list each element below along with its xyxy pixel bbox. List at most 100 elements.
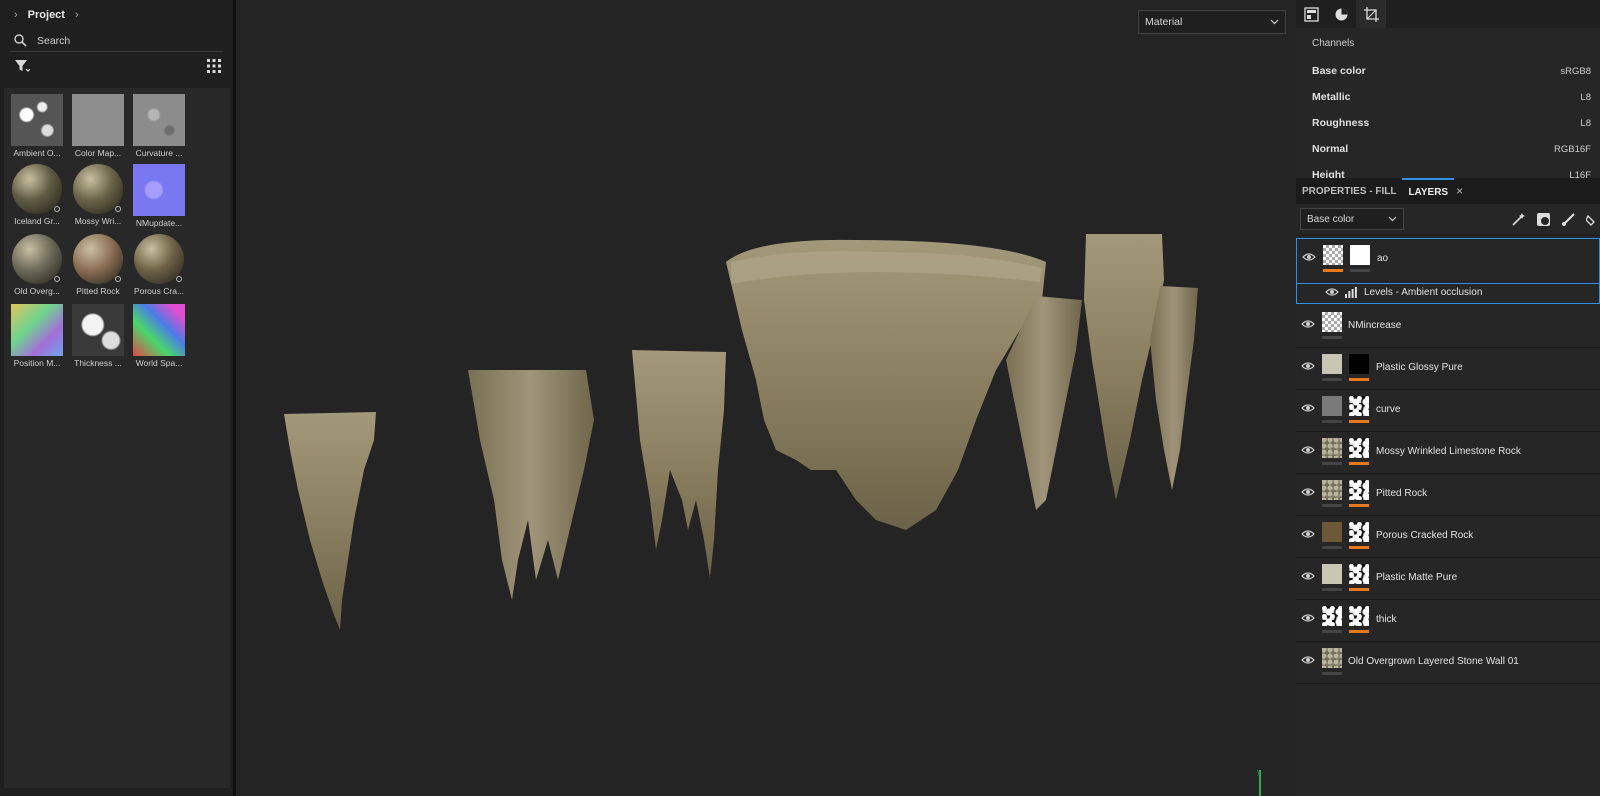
asset-thumbnail[interactable]: Ambient O... [6, 94, 68, 158]
rock-spike-7[interactable] [1150, 286, 1198, 490]
visibility-eye-icon[interactable] [1301, 403, 1317, 415]
display-settings-tab[interactable] [1326, 0, 1356, 28]
asset-thumbnail[interactable]: Pitted Rock [67, 234, 129, 296]
visibility-eye-icon[interactable] [1301, 571, 1317, 583]
add-mask-icon[interactable] [1536, 212, 1551, 227]
channel-format[interactable]: sRGB8 [1560, 66, 1591, 77]
layer-mask-thumbnail[interactable] [1349, 438, 1369, 458]
tab-layers[interactable]: LAYERS [1402, 178, 1455, 204]
channel-row[interactable]: Height L16F [1296, 162, 1600, 178]
visibility-eye-icon[interactable] [1301, 361, 1317, 373]
layer-mask-thumbnail[interactable] [1349, 354, 1369, 374]
3d-viewport[interactable]: y Material [236, 0, 1296, 796]
layer-mask-thumbnail[interactable] [1350, 245, 1370, 265]
layer-row[interactable]: NMincrease [1296, 306, 1600, 348]
search-input[interactable]: Search [37, 35, 70, 47]
layer-name[interactable]: Plastic Glossy Pure [1376, 362, 1463, 373]
asset-thumbnail[interactable]: World Spa... [128, 304, 190, 368]
layer-thumbnail[interactable] [1322, 522, 1342, 542]
layer-thumbnail[interactable] [1323, 245, 1343, 265]
layer-name[interactable]: NMincrease [1348, 320, 1401, 331]
search-bar[interactable]: Search [10, 30, 223, 52]
grid-view-icon[interactable] [207, 59, 221, 73]
layer-name[interactable]: Old Overgrown Layered Stone Wall 01 [1348, 656, 1519, 667]
rock-spike-1[interactable] [284, 412, 376, 630]
asset-thumbnail[interactable]: Position M... [6, 304, 68, 368]
chevron-right-icon[interactable]: › [14, 9, 18, 21]
rock-spike-6[interactable] [1084, 234, 1164, 500]
mask-indicator [1349, 588, 1369, 591]
rock-spike-2[interactable] [468, 370, 594, 600]
layer-name[interactable]: curve [1376, 404, 1400, 415]
visibility-eye-icon[interactable] [1301, 655, 1317, 667]
rock-main[interactable] [726, 239, 1046, 530]
paint-brush-icon[interactable] [1561, 212, 1576, 227]
layer-row[interactable]: Porous Cracked Rock [1296, 516, 1600, 558]
layer-thumbnail[interactable] [1322, 648, 1342, 668]
visibility-eye-icon[interactable] [1301, 487, 1317, 499]
close-icon[interactable]: × [1456, 184, 1463, 198]
layer-mask-thumbnail[interactable] [1349, 480, 1369, 500]
viewport-mode-dropdown[interactable]: Material [1138, 10, 1286, 34]
channel-format[interactable]: L8 [1580, 92, 1591, 103]
asset-thumbnail[interactable]: Thickness ... [67, 304, 129, 368]
layer-row[interactable]: Old Overgrown Layered Stone Wall 01 [1296, 642, 1600, 684]
layer-row[interactable]: Plastic Matte Pure [1296, 558, 1600, 600]
fill-bucket-icon[interactable] [1586, 212, 1596, 227]
layer-thumbnail[interactable] [1322, 606, 1342, 626]
channel-format[interactable]: L16F [1569, 170, 1591, 179]
layer-thumbnail[interactable] [1322, 354, 1342, 374]
layer-name[interactable]: Pitted Rock [1376, 488, 1427, 499]
layer-mask-thumbnail[interactable] [1349, 396, 1369, 416]
asset-thumbnail[interactable]: Curvature ... [128, 94, 190, 158]
asset-thumbnail[interactable]: Color Map... [67, 94, 129, 158]
layer-name[interactable]: thick [1376, 614, 1397, 625]
visibility-eye-icon[interactable] [1301, 445, 1317, 457]
channel-row[interactable]: Base color sRGB8 [1296, 58, 1600, 84]
layer-thumbnail[interactable] [1322, 438, 1342, 458]
layer-channel-dropdown[interactable]: Base color [1300, 208, 1404, 230]
layer-thumbnail[interactable] [1322, 480, 1342, 500]
channel-format[interactable]: RGB16F [1554, 144, 1591, 155]
layer-mask-thumbnail[interactable] [1349, 522, 1369, 542]
asset-thumbnail[interactable]: Old Overg... [6, 234, 68, 296]
uv-settings-tab[interactable] [1356, 0, 1386, 28]
visibility-eye-icon[interactable] [1325, 287, 1341, 299]
layer-mask-thumbnail[interactable] [1349, 606, 1369, 626]
asset-thumbnail[interactable]: Porous Cra... [128, 234, 190, 296]
layer-mask-thumbnail[interactable] [1349, 564, 1369, 584]
asset-thumbnail[interactable]: Mossy Wri... [67, 164, 129, 226]
channel-row[interactable]: Normal RGB16F [1296, 136, 1600, 162]
layer-row[interactable]: curve [1296, 390, 1600, 432]
visibility-eye-icon[interactable] [1301, 529, 1317, 541]
visibility-eye-icon[interactable] [1301, 613, 1317, 625]
rock-spike-3[interactable] [632, 350, 726, 578]
visibility-eye-icon[interactable] [1302, 252, 1318, 264]
chevron-right-icon[interactable]: › [75, 9, 79, 21]
layer-name[interactable]: Porous Cracked Rock [1376, 530, 1473, 541]
layer-name[interactable]: ao [1377, 253, 1388, 264]
asset-thumbnail[interactable]: NMupdate... [128, 164, 190, 228]
layer-stack: ao Levels - Ambient occlusion NMincrease Pl… [1296, 236, 1600, 796]
layer-row[interactable]: ao [1296, 238, 1600, 284]
layer-thumbnail[interactable] [1322, 396, 1342, 416]
add-effect-icon[interactable] [1511, 212, 1526, 227]
layer-row[interactable]: Pitted Rock [1296, 474, 1600, 516]
layer-thumbnail[interactable] [1322, 564, 1342, 584]
layer-row[interactable]: Mossy Wrinkled Limestone Rock [1296, 432, 1600, 474]
visibility-eye-icon[interactable] [1301, 319, 1317, 331]
layer-name[interactable]: Mossy Wrinkled Limestone Rock [1376, 446, 1521, 457]
rock-mesh-scene[interactable]: y [236, 0, 1296, 796]
filter-icon[interactable] [14, 59, 30, 73]
layer-row[interactable]: thick [1296, 600, 1600, 642]
tab-properties-fill[interactable]: PROPERTIES - FILL [1296, 178, 1402, 204]
channel-row[interactable]: Roughness L8 [1296, 110, 1600, 136]
layer-row[interactable]: Plastic Glossy Pure [1296, 348, 1600, 390]
layer-name[interactable]: Plastic Matte Pure [1376, 572, 1457, 583]
texture-set-settings-tab[interactable] [1296, 0, 1326, 28]
channel-row[interactable]: Metallic L8 [1296, 84, 1600, 110]
layer-thumbnail[interactable] [1322, 312, 1342, 332]
channel-format[interactable]: L8 [1580, 118, 1591, 129]
asset-thumbnail[interactable]: Iceland Gr... [6, 164, 68, 226]
layer-effect-row[interactable]: Levels - Ambient occlusion [1296, 282, 1600, 304]
